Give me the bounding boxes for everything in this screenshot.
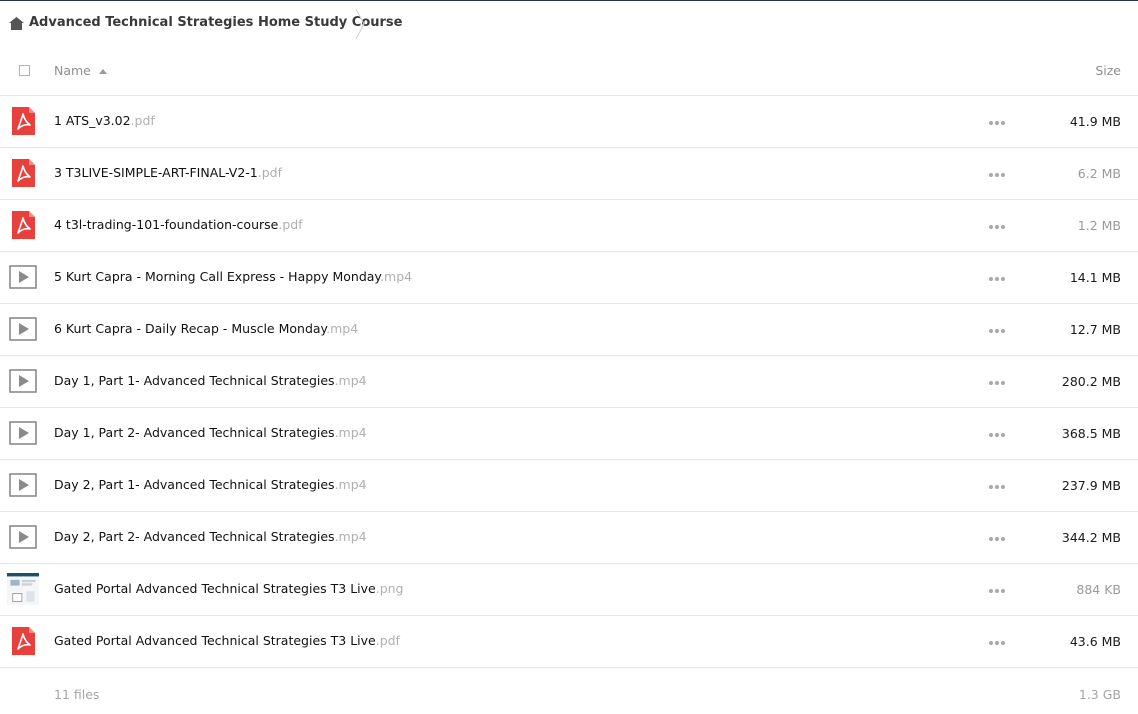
file-base-name: Day 1, Part 1- Advanced Technical Strate… (54, 373, 335, 388)
pdf-file-icon (12, 211, 35, 239)
more-options-icon[interactable] (989, 641, 1005, 645)
file-name[interactable]: Gated Portal Advanced Technical Strategi… (54, 633, 400, 648)
file-size: 1.2 MB (1077, 218, 1121, 233)
file-row[interactable]: Day 1, Part 2- Advanced Technical Strate… (0, 408, 1138, 460)
file-row[interactable]: 6 Kurt Capra - Daily Recap - Muscle Mond… (0, 304, 1138, 356)
pdf-file-icon (12, 107, 35, 135)
video-file-icon (9, 369, 37, 393)
name-column-header[interactable]: Name (54, 63, 91, 78)
file-name[interactable]: 6 Kurt Capra - Daily Recap - Muscle Mond… (54, 321, 358, 336)
file-base-name: 5 Kurt Capra - Morning Call Express - Ha… (54, 269, 381, 284)
more-options-icon[interactable] (989, 329, 1005, 333)
file-size: 237.9 MB (1061, 478, 1121, 493)
file-name[interactable]: Day 2, Part 2- Advanced Technical Strate… (54, 529, 367, 544)
file-extension: .mp4 (326, 321, 359, 336)
more-options-icon[interactable] (989, 381, 1005, 385)
file-extension: .mp4 (334, 425, 367, 440)
file-name[interactable]: Gated Portal Advanced Technical Strategi… (54, 581, 403, 596)
more-options-icon[interactable] (989, 225, 1005, 229)
select-all-checkbox[interactable] (19, 65, 30, 76)
total-size: 1.3 GB (1078, 687, 1121, 702)
file-name[interactable]: 3 T3LIVE-SIMPLE-ART-FINAL-V2-1.pdf (54, 165, 282, 180)
video-file-icon (9, 421, 37, 445)
more-options-icon[interactable] (989, 121, 1005, 125)
file-row[interactable]: 3 T3LIVE-SIMPLE-ART-FINAL-V2-1.pdf 6.2 MB (0, 148, 1138, 200)
size-column-header[interactable]: Size (1095, 63, 1121, 78)
file-list: 1 ATS_v3.02.pdf 41.9 MB 3 T3LIVE-SIMPLE-AR… (0, 96, 1138, 668)
file-row[interactable]: 5 Kurt Capra - Morning Call Express - Ha… (0, 252, 1138, 304)
file-size: 344.2 MB (1061, 530, 1121, 545)
chevron-right-icon (355, 8, 365, 40)
video-file-icon (9, 473, 37, 497)
pdf-file-icon (12, 627, 35, 655)
image-thumbnail-icon (7, 573, 39, 605)
file-base-name: 6 Kurt Capra - Daily Recap - Muscle Mond… (54, 321, 327, 336)
breadcrumb-folder[interactable]: Advanced Technical Strategies Home Study… (29, 15, 402, 30)
file-row[interactable]: Gated Portal Advanced Technical Strategi… (0, 564, 1138, 616)
more-options-icon[interactable] (989, 589, 1005, 593)
file-base-name: Day 2, Part 2- Advanced Technical Strate… (54, 529, 335, 544)
file-name[interactable]: 1 ATS_v3.02.pdf (54, 113, 155, 128)
file-base-name: 1 ATS_v3.02 (54, 113, 131, 128)
file-extension: .mp4 (334, 529, 367, 544)
file-row[interactable]: Day 1, Part 1- Advanced Technical Strate… (0, 356, 1138, 408)
pdf-file-icon (12, 159, 35, 187)
file-name[interactable]: Day 1, Part 2- Advanced Technical Strate… (54, 425, 367, 440)
file-base-name: 3 T3LIVE-SIMPLE-ART-FINAL-V2-1 (54, 165, 258, 180)
file-name[interactable]: Day 1, Part 1- Advanced Technical Strate… (54, 373, 367, 388)
file-size: 368.5 MB (1061, 426, 1121, 441)
file-size: 41.9 MB (1069, 114, 1121, 129)
file-size: 43.6 MB (1069, 634, 1121, 649)
file-extension: .pdf (257, 165, 283, 180)
file-base-name: 4 t3l-trading-101-foundation-course (54, 217, 279, 232)
file-size: 280.2 MB (1061, 374, 1121, 389)
home-icon[interactable] (9, 17, 24, 30)
list-header: Name Size (0, 47, 1138, 96)
file-extension: .png (375, 581, 404, 596)
file-name[interactable]: 4 t3l-trading-101-foundation-course.pdf (54, 217, 303, 232)
more-options-icon[interactable] (989, 537, 1005, 541)
video-file-icon (9, 525, 37, 549)
file-extension: .mp4 (334, 477, 367, 492)
more-options-icon[interactable] (989, 433, 1005, 437)
file-base-name: Day 2, Part 1- Advanced Technical Strate… (54, 477, 335, 492)
file-base-name: Gated Portal Advanced Technical Strategi… (54, 581, 376, 596)
file-base-name: Gated Portal Advanced Technical Strategi… (54, 633, 376, 648)
video-file-icon (9, 265, 37, 289)
file-extension: .mp4 (334, 373, 367, 388)
video-file-icon (9, 317, 37, 341)
file-row[interactable]: Day 2, Part 1- Advanced Technical Strate… (0, 460, 1138, 512)
file-extension: .mp4 (380, 269, 413, 284)
more-options-icon[interactable] (989, 277, 1005, 281)
file-count: 11 files (54, 687, 100, 702)
file-base-name: Day 1, Part 2- Advanced Technical Strate… (54, 425, 335, 440)
file-size: 6.2 MB (1077, 166, 1121, 181)
file-extension: .pdf (130, 113, 155, 128)
more-options-icon[interactable] (989, 485, 1005, 489)
sort-ascending-icon[interactable] (99, 69, 107, 74)
file-extension: .pdf (278, 217, 303, 232)
file-size: 884 KB (1076, 582, 1121, 597)
file-row[interactable]: 1 ATS_v3.02.pdf 41.9 MB (0, 96, 1138, 148)
file-size: 14.1 MB (1069, 270, 1121, 285)
file-row[interactable]: Gated Portal Advanced Technical Strategi… (0, 616, 1138, 668)
file-row[interactable]: Day 2, Part 2- Advanced Technical Strate… (0, 512, 1138, 564)
file-row[interactable]: 4 t3l-trading-101-foundation-course.pdf 1… (0, 200, 1138, 252)
file-extension: .pdf (375, 633, 400, 648)
file-name[interactable]: Day 2, Part 1- Advanced Technical Strate… (54, 477, 367, 492)
file-size: 12.7 MB (1069, 322, 1121, 337)
breadcrumb: Advanced Technical Strategies Home Study… (0, 1, 402, 47)
more-options-icon[interactable] (989, 173, 1005, 177)
file-name[interactable]: 5 Kurt Capra - Morning Call Express - Ha… (54, 269, 412, 284)
